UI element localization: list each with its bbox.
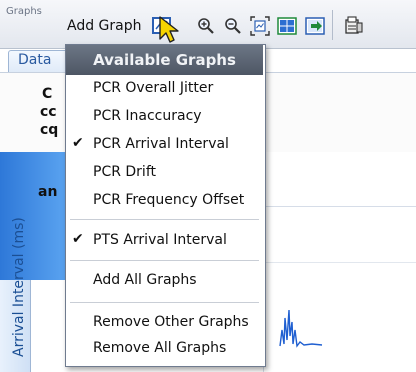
menu-item-add-all-graphs[interactable]: Add All Graphs	[66, 268, 263, 294]
menu-item-pcr-overall-jitter[interactable]: PCR Overall Jitter	[66, 76, 263, 102]
menu-item-pcr-frequency-offset[interactable]: PCR Frequency Offset	[66, 188, 263, 214]
graph-gridline	[263, 206, 416, 207]
menu-item-label: PTS Arrival Interval	[93, 232, 227, 248]
zoom-fit-icon[interactable]	[248, 14, 272, 38]
add-graph-button[interactable]: Add Graph	[67, 18, 142, 34]
menu-item-label: PCR Overall Jitter	[93, 80, 214, 96]
menu-item-label: Remove Other Graphs	[93, 314, 249, 330]
menu-item-label: PCR Inaccuracy	[93, 108, 202, 124]
graph-header-text: an	[38, 184, 58, 200]
menu-item-label: PCR Arrival Interval	[93, 136, 229, 152]
graph-plot-trace	[279, 309, 323, 348]
menu-item-pcr-inaccuracy[interactable]: PCR Inaccuracy	[66, 104, 263, 130]
y-axis-title: Arrival Interval (ms)	[11, 217, 27, 357]
toolbar-separator	[332, 10, 333, 40]
checkmark-icon: ✔	[72, 135, 84, 151]
graph-header-strip	[0, 152, 66, 280]
menu-separator	[70, 260, 259, 261]
property-row: C	[42, 86, 53, 102]
zoom-in-icon[interactable]	[194, 14, 218, 38]
menu-item-label: PCR Drift	[93, 164, 156, 180]
checkmark-icon: ✔	[72, 231, 84, 247]
tab-data-label: Data	[18, 52, 52, 68]
menu-item-remove-other-graphs[interactable]: Remove Other Graphs	[66, 310, 263, 336]
menu-item-remove-all-graphs[interactable]: Remove All Graphs	[66, 336, 263, 362]
graph-gridline	[263, 262, 416, 263]
grid-icon[interactable]	[275, 14, 299, 38]
property-row: cq	[40, 122, 59, 138]
property-row: cc	[40, 104, 57, 120]
menu-separator	[70, 302, 259, 303]
menu-item-pts-arrival-interval[interactable]: ✔ PTS Arrival Interval	[66, 228, 263, 254]
zoom-out-icon[interactable]	[221, 14, 245, 38]
menu-item-label: PCR Frequency Offset	[93, 192, 245, 208]
cursor-icon	[159, 16, 179, 43]
menu-header-label: Available Graphs	[93, 51, 236, 69]
export-icon[interactable]	[303, 14, 327, 38]
menu-item-pcr-drift[interactable]: PCR Drift	[66, 160, 263, 186]
menu-item-pcr-arrival-interval[interactable]: ✔ PCR Arrival Interval	[66, 132, 263, 158]
menu-separator	[70, 219, 259, 220]
toolbar-group-label: Graphs	[6, 6, 42, 17]
print-icon[interactable]	[342, 14, 366, 38]
menu-item-label: Add All Graphs	[93, 272, 197, 288]
menu-item-label: Remove All Graphs	[93, 340, 227, 356]
